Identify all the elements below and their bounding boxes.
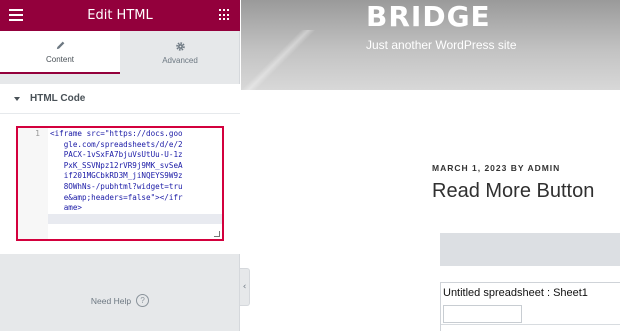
post-title[interactable]: Read More Button xyxy=(432,180,594,203)
editor-tabs: Content Advanced xyxy=(0,31,240,74)
active-line-highlight xyxy=(48,214,222,224)
tab-advanced[interactable]: Advanced xyxy=(120,31,240,74)
chevron-left-icon: ‹ xyxy=(242,282,247,292)
section-label: HTML Code xyxy=(30,93,86,104)
pencil-icon xyxy=(56,41,64,49)
code-control: 1 <iframe src="https://docs.goo gle.com/… xyxy=(0,114,240,254)
need-help-label: Need Help xyxy=(90,295,132,306)
tab-content[interactable]: Content xyxy=(0,31,120,74)
code-text: <iframe src="https://docs.goo gle.com/sp… xyxy=(50,129,183,213)
post-date[interactable]: MARCH 1, 2023 xyxy=(432,163,507,173)
header-background-decoration xyxy=(241,30,331,90)
post-by: BY xyxy=(510,163,525,173)
need-help-link[interactable]: Need Help ? xyxy=(0,294,240,307)
site-header: BRIDGE Just another WordPress site xyxy=(241,0,620,90)
spreadsheet-cell[interactable] xyxy=(443,305,522,323)
site-title[interactable]: BRIDGE xyxy=(366,0,491,33)
question-icon: ? xyxy=(136,294,150,307)
spreadsheet-gridline xyxy=(441,324,620,325)
html-code-editor[interactable]: 1 <iframe src="https://docs.goo gle.com/… xyxy=(16,126,224,241)
line-gutter: 1 xyxy=(18,128,48,239)
embedded-spreadsheet[interactable]: Untitled spreadsheet : Sheet1 xyxy=(440,282,620,331)
widgets-grid-icon[interactable] xyxy=(219,9,231,21)
post-author[interactable]: ADMIN xyxy=(527,163,560,173)
collapse-panel-button[interactable]: ‹ xyxy=(240,268,250,306)
gear-icon xyxy=(175,41,185,51)
embed-toolbar xyxy=(440,233,620,266)
menu-icon[interactable] xyxy=(9,9,23,21)
line-number: 1 xyxy=(35,129,40,138)
site-tagline: Just another WordPress site xyxy=(366,38,517,52)
tab-content-label: Content xyxy=(45,54,75,64)
resize-handle[interactable] xyxy=(214,231,220,237)
editor-header: Edit HTML xyxy=(0,0,240,31)
tab-advanced-label: Advanced xyxy=(162,55,198,65)
editor-title: Edit HTML xyxy=(87,8,153,23)
editor-panel: Edit HTML Content Advanced HTML Code 1 <… xyxy=(0,0,240,331)
html-code-section-toggle[interactable]: HTML Code xyxy=(0,84,240,114)
post-meta: MARCH 1, 2023 BY ADMIN xyxy=(432,163,560,173)
spreadsheet-title: Untitled spreadsheet : Sheet1 xyxy=(443,287,588,299)
caret-down-icon xyxy=(14,96,20,101)
